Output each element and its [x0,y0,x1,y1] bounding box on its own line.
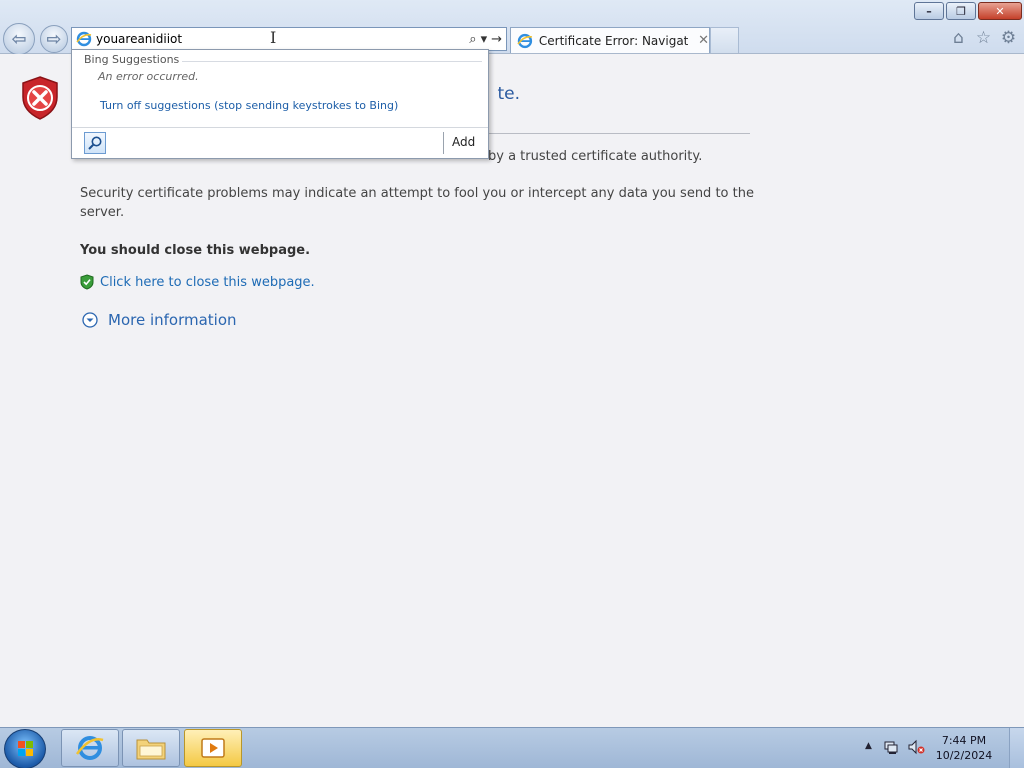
internet-explorer-icon [75,736,104,760]
expand-circle-icon[interactable] [82,312,98,328]
address-tools: ⌕ ▾ → [469,30,502,48]
minimize-button[interactable]: – [914,2,944,20]
gear-icon[interactable]: ⚙ [999,28,1018,48]
clock-time: 7:44 PM [941,734,987,747]
footer-divider [443,132,444,154]
address-bar[interactable]: ⌕ ▾ → [71,27,507,51]
chevron-down-icon[interactable]: ▾ [481,32,488,47]
suggestions-header: Bing Suggestions [84,53,180,66]
close-link-row: Click here to close this webpage. [80,274,315,290]
ie-page-icon [76,31,92,47]
close-window-button[interactable]: ✕ [978,2,1022,20]
suggestions-dropdown: Bing Suggestions An error occurred. Turn… [71,49,489,159]
window-controls: – ❐ ✕ [914,2,1022,20]
taskbar-internet-explorer[interactable] [61,729,119,767]
more-information-row[interactable]: More information [82,311,237,329]
tab-label: Certificate Error: Navigatio... [538,33,689,48]
start-button[interactable] [4,729,46,768]
home-icon[interactable]: ⌂ [949,28,968,48]
taskbar: ▲ 7:44 PM 10/2/2024 [0,727,1024,768]
taskbar-media-player[interactable] [184,729,242,767]
volume-muted-icon[interactable] [907,739,925,755]
back-button[interactable]: ⇦ [3,23,35,55]
error-shield-icon [22,76,58,120]
restore-button[interactable]: ❐ [946,2,976,20]
search-provider-button[interactable] [84,132,106,154]
forward-arrow-icon: ⇨ [46,28,62,50]
add-provider-button[interactable]: Add [452,135,475,149]
system-tray: ▲ 7:44 PM 10/2/2024 [859,728,1024,768]
command-icons: ⌂ ☆ ⚙ [949,28,1018,48]
suggestions-footer: Add [72,127,488,158]
security-warning-text: Security certificate problems may indica… [80,186,754,220]
close-icon[interactable]: ✕ [698,33,709,48]
more-information-link[interactable]: More information [108,311,237,329]
issuer-text: by a trusted certificate authority. [488,149,703,164]
network-icon[interactable] [883,739,899,755]
green-shield-icon [80,274,94,290]
close-advice-text: You should close this webpage. [80,243,311,258]
turn-off-suggestions-link[interactable]: Turn off suggestions (stop sending keyst… [100,99,398,112]
magnifier-icon [88,136,102,150]
back-arrow-icon: ⇦ [11,28,27,50]
show-desktop-button[interactable] [1009,728,1024,768]
folder-icon [136,739,166,760]
go-arrow-icon[interactable]: → [491,32,502,47]
media-player-icon [201,738,225,758]
tab-certificate-error[interactable]: Certificate Error: Navigatio... ✕ [510,27,710,53]
taskbar-file-explorer[interactable] [122,729,180,767]
forward-button[interactable]: ⇨ [40,25,68,53]
show-hidden-icons-icon[interactable]: ▲ [865,741,872,751]
ie-tab-icon [517,33,533,48]
clock-date: 10/2/2024 [935,749,993,762]
search-icon[interactable]: ⌕ [469,32,476,47]
suggestions-error: An error occurred. [98,70,199,83]
new-tab-button[interactable] [710,27,739,53]
star-icon[interactable]: ☆ [974,28,993,48]
clock[interactable]: 7:44 PM 10/2/2024 [934,733,994,763]
browser-chrome: – ❐ ✕ ⇦ ⇨ ⌕ ▾ → I Certificate Error: Nav… [0,0,1024,55]
windows-logo-icon [18,741,33,756]
close-webpage-link[interactable]: Click here to close this webpage. [100,275,315,290]
suggestions-divider [182,61,482,62]
text-cursor-icon: I [270,28,277,47]
